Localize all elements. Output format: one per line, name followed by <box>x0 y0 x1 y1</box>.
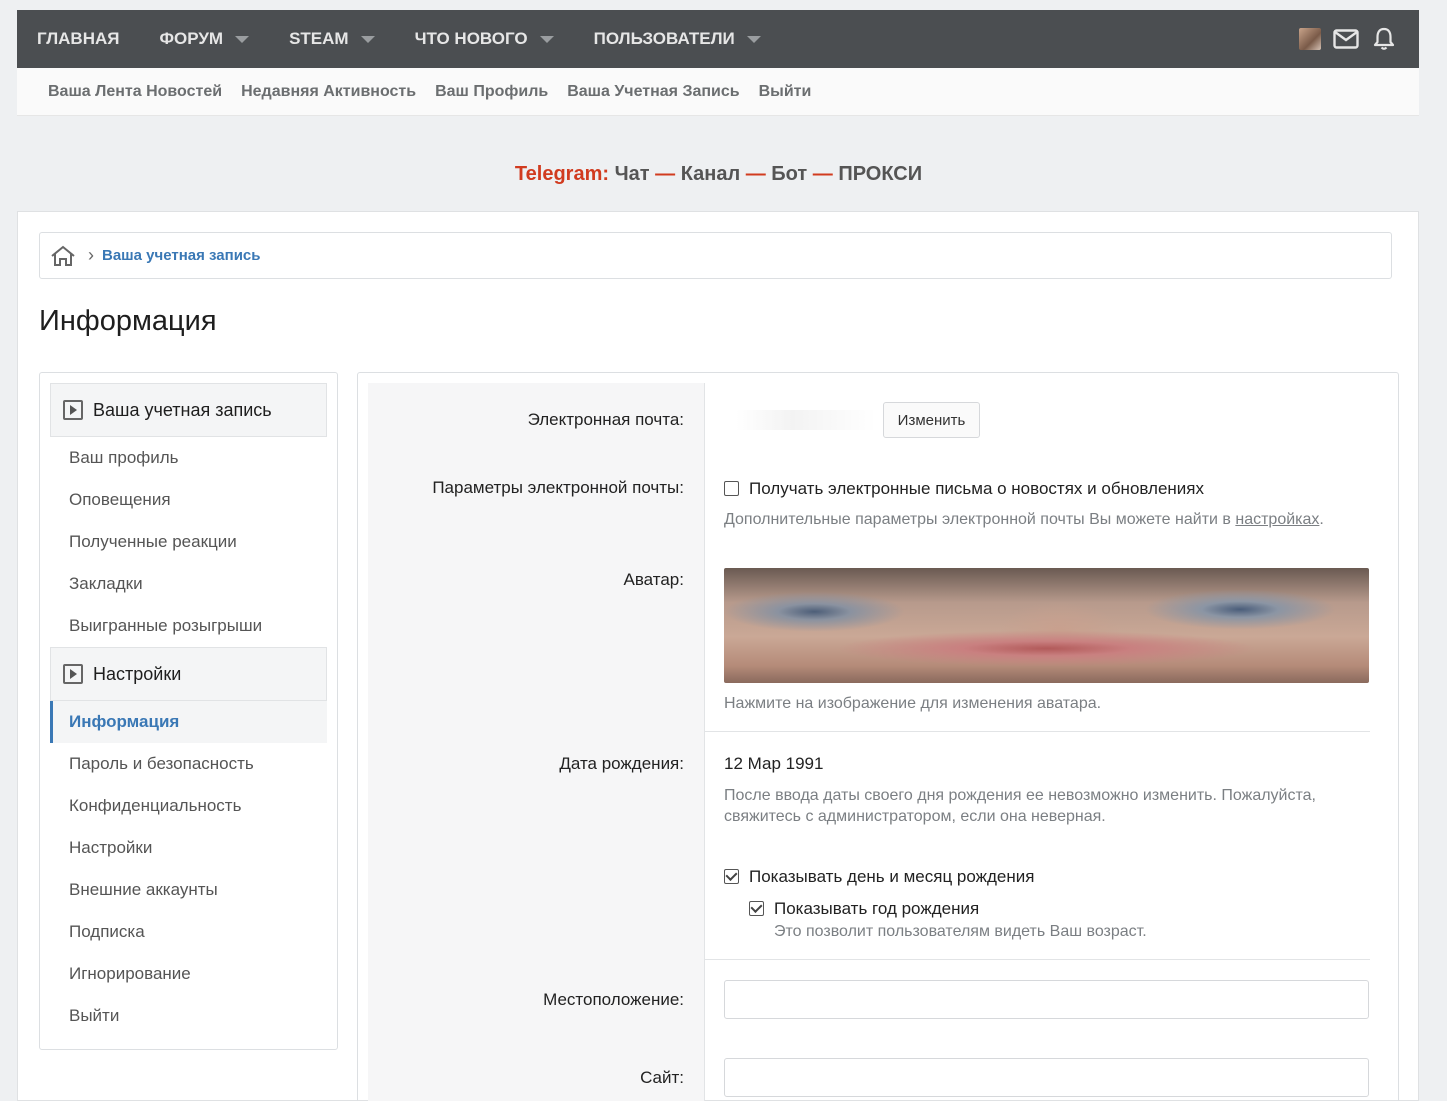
account-form: Электронная почта: Параметры электронной… <box>357 372 1399 1101</box>
email-news-checkbox-label: Получать электронные письма о новостях и… <box>749 479 1205 498</box>
change-email-button[interactable]: Изменить <box>883 402 980 438</box>
email-hint-text: Дополнительные параметры электронной поч… <box>724 511 1231 528</box>
account-sidebar: Ваша учетная запись Ваш профиль Оповещен… <box>39 372 338 1050</box>
email-preferences-link[interactable]: настройках <box>1235 511 1319 528</box>
website-label: Сайт: <box>640 1068 684 1087</box>
website-input[interactable] <box>724 1058 1369 1097</box>
play-square-icon <box>63 400 83 420</box>
sidebar-item-bookmarks[interactable]: Закладки <box>50 563 327 605</box>
avatar-image[interactable] <box>724 568 1369 683</box>
telegram-separator: — <box>745 163 766 185</box>
email-news-checkbox[interactable] <box>724 481 739 496</box>
sidebar-item-privacy[interactable]: Конфиденциальность <box>50 785 327 827</box>
sidebar-item-logout[interactable]: Выйти <box>50 995 327 1037</box>
email-label: Электронная почта: <box>527 410 684 429</box>
email-value-redacted <box>736 410 876 430</box>
sidebar-item-ignoring[interactable]: Игнорирование <box>50 953 327 995</box>
telegram-prefix: Telegram: <box>514 163 610 185</box>
nav-forum[interactable]: ФОРУМ <box>139 10 269 68</box>
dob-value: 12 Мар 1991 <box>724 754 824 773</box>
telegram-channel-link[interactable]: Канал <box>681 163 740 185</box>
dob-hint-line: После ввода даты своего дня рождения ее … <box>724 787 1316 804</box>
envelope-icon[interactable] <box>1333 26 1359 52</box>
subnav-your-account[interactable]: Ваша Учетная Запись <box>567 83 739 101</box>
show-day-month-option[interactable]: Показывать день и месяц рождения <box>724 867 1034 887</box>
telegram-separator: — <box>812 163 833 185</box>
location-input[interactable] <box>724 980 1369 1019</box>
breadcrumb: › Ваша учетная запись <box>39 232 1392 279</box>
show-year-option[interactable]: Показывать год рождения <box>749 899 979 919</box>
bell-icon[interactable] <box>1371 26 1397 52</box>
sidebar-group-label: Ваша учетная запись <box>93 399 272 420</box>
sidebar-group-settings[interactable]: Настройки <box>50 647 327 701</box>
email-hint-suffix: . <box>1319 511 1324 528</box>
sidebar-item-password-security[interactable]: Пароль и безопасность <box>50 743 327 785</box>
sidebar-group-account[interactable]: Ваша учетная запись <box>50 383 327 437</box>
email-options-label: Параметры электронной почты: <box>432 478 684 497</box>
sidebar-item-information[interactable]: Информация <box>50 701 327 743</box>
telegram-bot-link[interactable]: Бот <box>771 163 807 185</box>
show-year-hint: Это позволит пользователям видеть Ваш во… <box>774 923 1147 940</box>
play-square-icon <box>63 664 83 684</box>
nav-steam[interactable]: STEAM <box>269 10 395 68</box>
nav-steam-label: STEAM <box>289 29 349 48</box>
show-year-label: Показывать год рождения <box>774 899 980 918</box>
dob-hint: После ввода даты своего дня рождения ее … <box>724 785 1316 827</box>
page-title: Информация <box>39 305 217 337</box>
nav-forum-label: ФОРУМ <box>159 29 224 48</box>
chevron-down-icon[interactable] <box>235 35 250 43</box>
sidebar-item-preferences[interactable]: Настройки <box>50 827 327 869</box>
top-navigation: ГЛАВНАЯ ФОРУМ STEAM ЧТО НОВОГО ПОЛЬЗОВАТ… <box>17 10 1419 68</box>
show-day-month-checkbox[interactable] <box>724 869 739 884</box>
nav-home[interactable]: ГЛАВНАЯ <box>17 10 139 68</box>
avatar-label: Аватар: <box>623 570 685 589</box>
sidebar-item-giveaways[interactable]: Выигранные розыгрыши <box>50 605 327 647</box>
telegram-separator: — <box>655 163 676 185</box>
chevron-right-icon: › <box>88 245 94 265</box>
nav-whats-new-label: ЧТО НОВОГО <box>414 29 528 48</box>
sidebar-item-connected-accounts[interactable]: Внешние аккаунты <box>50 869 327 911</box>
subnav-logout[interactable]: Выйти <box>759 83 812 101</box>
section-divider <box>705 731 1370 732</box>
nav-whats-new[interactable]: ЧТО НОВОГО <box>395 10 574 68</box>
telegram-chat-link[interactable]: Чат <box>615 163 650 185</box>
sidebar-item-reactions[interactable]: Полученные реакции <box>50 521 327 563</box>
chevron-down-icon[interactable] <box>746 35 761 43</box>
main-content: › Ваша учетная запись Информация Ваша уч… <box>17 211 1419 1101</box>
sidebar-item-subscription[interactable]: Подписка <box>50 911 327 953</box>
avatar-hint: Нажмите на изображение для изменения ава… <box>724 695 1102 712</box>
section-divider <box>705 959 1370 960</box>
breadcrumb-your-account[interactable]: Ваша учетная запись <box>102 247 261 264</box>
location-label: Местоположение: <box>543 990 684 1009</box>
sub-navigation: Ваша Лента Новостей Недавняя Активность … <box>17 68 1419 116</box>
sidebar-group-label: Настройки <box>93 663 182 684</box>
telegram-proxy-link[interactable]: ПРОКСИ <box>838 163 922 185</box>
nav-users-label: ПОЛЬЗОВАТЕЛИ <box>593 29 735 48</box>
subnav-recent-activity[interactable]: Недавняя Активность <box>241 83 416 101</box>
subnav-news-feed[interactable]: Ваша Лента Новостей <box>48 83 222 101</box>
form-label-column: Электронная почта: Параметры электронной… <box>368 383 705 1101</box>
email-news-option[interactable]: Получать электронные письма о новостях и… <box>724 479 1204 499</box>
nav-user-tools <box>1299 26 1419 52</box>
dob-label: Дата рождения: <box>559 754 684 773</box>
show-day-month-label: Показывать день и месяц рождения <box>749 867 1035 886</box>
email-options-hint: Дополнительные параметры электронной поч… <box>724 509 1324 530</box>
subnav-your-profile[interactable]: Ваш Профиль <box>435 83 548 101</box>
show-year-checkbox[interactable] <box>749 901 764 916</box>
chevron-down-icon[interactable] <box>539 35 554 43</box>
dob-hint-line: свяжитесь с администратором, если она не… <box>724 808 1106 825</box>
home-icon[interactable] <box>50 244 76 268</box>
sidebar-item-alerts[interactable]: Оповещения <box>50 479 327 521</box>
chevron-down-icon[interactable] <box>360 35 375 43</box>
telegram-banner: Telegram: Чат — Канал — Бот — ПРОКСИ <box>0 163 1437 186</box>
sidebar-item-profile[interactable]: Ваш профиль <box>50 437 327 479</box>
user-avatar[interactable] <box>1299 28 1321 50</box>
nav-home-label: ГЛАВНАЯ <box>37 29 120 48</box>
nav-users[interactable]: ПОЛЬЗОВАТЕЛИ <box>574 10 781 68</box>
